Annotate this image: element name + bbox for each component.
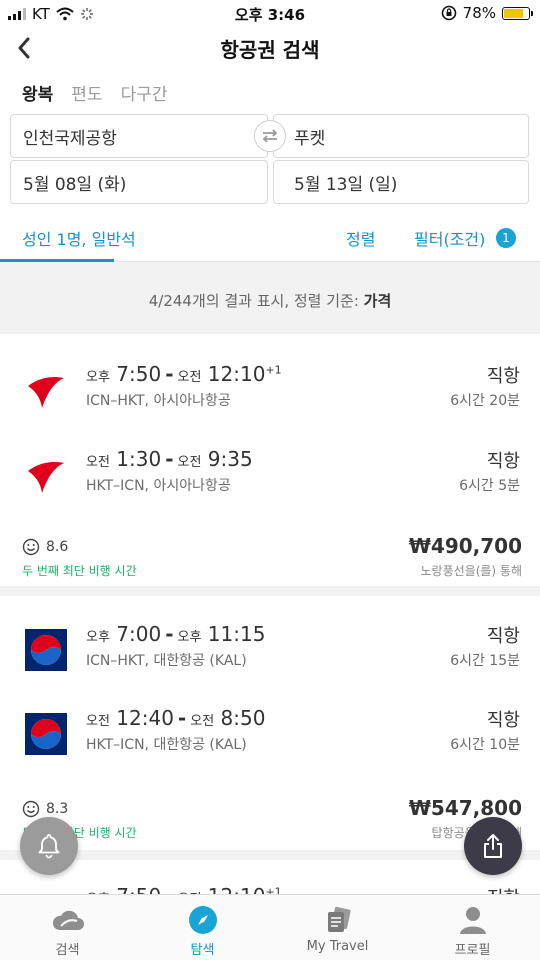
rating: 8.3 [22,800,68,818]
flight-leg: 오후 7:00- 오후 11:15 ICN–HKT, 대한항공 (KAL) 직항 … [0,622,540,682]
flight-times: 오후 7:50-오전 12:10+1 [86,362,282,386]
tabbar-item-search[interactable]: 검색 [0,895,135,960]
stops-label: 직항 [486,710,520,731]
result-card[interactable]: 오후 7:50- 오전 12:10+1 ICN–HKT, 아시아나항공 직항 6시… [0,334,540,586]
stops-label: 직항 [486,626,520,647]
tab-round-trip[interactable]: 왕복 [22,80,53,105]
route-airline: ICN–HKT, 아시아나항공 [86,393,231,409]
smiley-icon [22,800,40,818]
tab-one-way[interactable]: 편도 [71,80,102,105]
passengers-cabin-tab[interactable]: 성인 1명, 일반석 [22,226,136,250]
flight-times: 오전 1:30- 오전 9:35 [86,447,253,471]
price-alert-button[interactable] [20,817,78,875]
route-airline: HKT–ICN, 아시아나항공 [86,478,231,494]
result-card[interactable]: 오후 7:50-오전 12:10+1 직항 [0,860,540,894]
filter-count-badge: 1 [496,228,516,248]
depart-date-field[interactable]: 5월 08일 (화) [10,160,268,204]
flight-times: 오후 7:00- 오후 11:15 [86,622,266,646]
share-button[interactable] [464,817,522,875]
fastest-badge: 두 번째 최단 비행 시간 [22,564,137,578]
bell-icon [38,834,60,859]
duration-label: 6시간 20분 [450,393,520,409]
origin-value: 인천국제공항 [23,128,117,149]
tabbar-item-profile[interactable]: 프로필 [405,895,540,960]
result-card[interactable]: 오후 7:00- 오후 11:15 ICN–HKT, 대한항공 (KAL) 직항 … [0,596,540,850]
flight-times: 오후 7:50-오전 12:10+1 [86,884,282,894]
sort-button[interactable]: 정렬 [346,226,375,250]
smiley-icon [22,538,40,556]
status-right: 78% [441,4,533,22]
asiana-logo-icon [28,377,64,408]
destination-value: 푸켓 [294,128,326,149]
flight-leg: 오후 7:50-오전 12:10+1 직항 [0,884,540,894]
page-title: 항공권 검색 [220,38,320,62]
route-airline: ICN–HKT, 대한항공 (KAL) [86,653,247,669]
korean-air-logo-icon [25,629,67,671]
summary-text: 4/244개의 결과 표시, 정렬 기준: [148,292,364,310]
share-icon [484,834,502,858]
rating-value: 8.3 [46,801,69,817]
duration-label: 6시간 5분 [459,478,520,494]
duration-label: 6시간 15분 [450,653,520,669]
stops-label: 직항 [486,366,520,387]
tabbar-label: My Travel [306,939,369,954]
card-separator [0,586,540,596]
tabbar-label: 검색 [55,943,80,958]
tabbar-label: 프로필 [454,943,491,958]
header: 항공권 검색 [0,28,540,68]
summary-criterion: 가격 [363,292,392,310]
rating-value: 8.6 [46,539,69,555]
bottom-tab-bar: 검색 탐색 My Travel 프로필 [0,894,540,960]
tabbar-item-explore[interactable]: 탐색 [135,895,270,960]
flight-times: 오전 12:40- 오전 8:50 [86,706,266,730]
person-icon [456,905,490,935]
tab-multi-city[interactable]: 다구간 [121,80,168,105]
options-bar: 성인 1명, 일반석 정렬 필터(조건) 1 [0,214,540,262]
rating: 8.6 [22,538,68,556]
destination-field[interactable]: 푸켓 [273,114,529,158]
duration-label: 6시간 10분 [450,737,520,753]
asiana-logo-icon [28,462,64,493]
price: ₩490,700 [408,534,522,558]
documents-icon [321,905,355,935]
flight-leg: 오후 7:50- 오전 12:10+1 ICN–HKT, 아시아나항공 직항 6시… [0,362,540,422]
compass-icon [186,905,220,935]
results-summary: 4/244개의 결과 표시, 정렬 기준: 가격 [0,290,540,311]
return-date-field[interactable]: 5월 13일 (일) [273,160,529,204]
return-date-value: 5월 13일 (일) [294,174,398,195]
tabbar-label: 탐색 [190,943,215,958]
status-bar: KT 오후 3:46 78% [0,0,540,28]
stops-label: 직항 [487,884,520,894]
tabbar-item-my-travel[interactable]: My Travel [270,895,405,960]
battery-icon [502,6,533,20]
trip-type-tabs: 왕복 편도 다구간 [22,80,167,105]
cloud-icon [51,905,85,935]
provider-label: 노랑풍선을(를) 통해 [420,564,523,578]
battery-percent: 78% [462,4,496,22]
price: ₩547,800 [408,796,522,820]
korean-air-logo-icon [25,713,67,755]
stops-label: 직항 [486,451,520,472]
filter-button[interactable]: 필터(조건) [414,226,485,250]
origin-field[interactable]: 인천국제공항 [10,114,268,158]
flight-leg: 오전 1:30- 오전 9:35 HKT–ICN, 아시아나항공 직항 6시간 5… [0,447,540,507]
swap-button[interactable] [254,120,286,152]
orientation-lock-icon [441,5,456,21]
depart-date-value: 5월 08일 (화) [23,174,127,195]
flight-leg: 오전 12:40- 오전 8:50 HKT–ICN, 대한항공 (KAL) 직항 … [0,706,540,766]
swap-arrows-icon [262,129,278,143]
route-airline: HKT–ICN, 대한항공 (KAL) [86,737,247,753]
card-separator [0,850,540,860]
